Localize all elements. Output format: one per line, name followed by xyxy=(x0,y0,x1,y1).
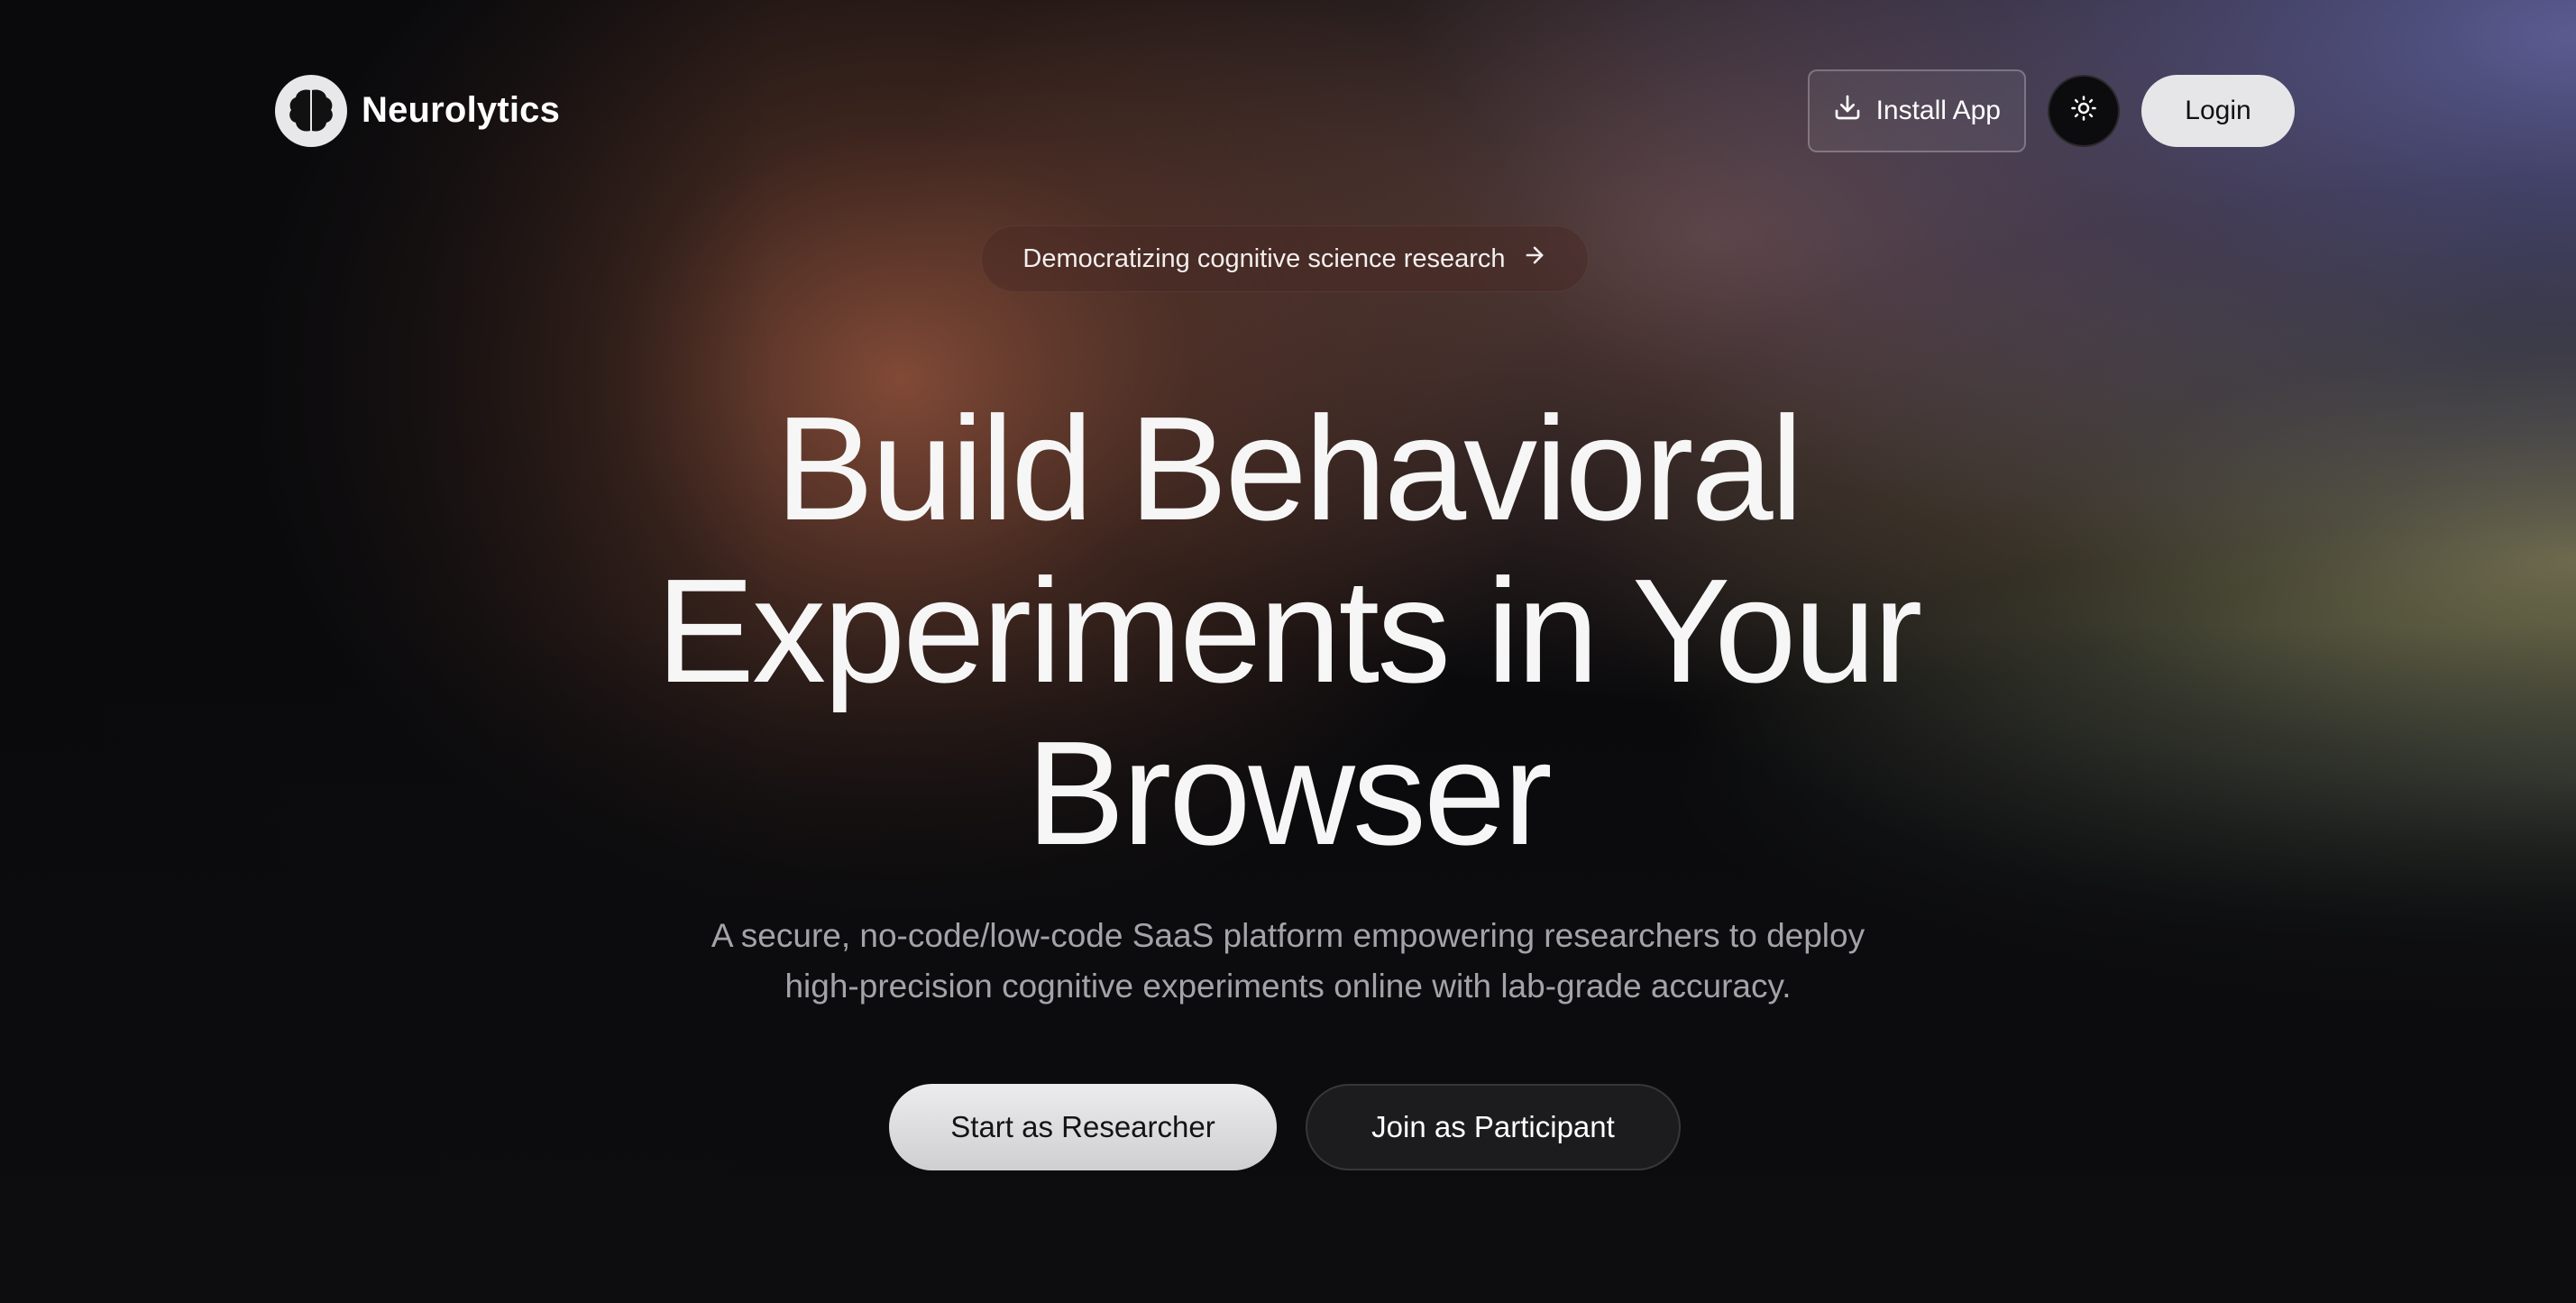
start-as-researcher-button[interactable]: Start as Researcher xyxy=(889,1084,1277,1170)
nav-actions: Install App Login xyxy=(1807,69,2295,152)
sun-icon xyxy=(2070,95,2097,126)
hero-title: Build Behavioral Experiments in Your Bro… xyxy=(0,388,2576,875)
brain-icon xyxy=(275,74,347,147)
download-icon xyxy=(1833,93,1862,129)
brand[interactable]: Neurolytics xyxy=(275,74,561,147)
hero-title-line: Build Behavioral xyxy=(775,386,1803,551)
hero-title-line: Experiments in Your xyxy=(655,548,1923,713)
cta-row: Start as Researcher Join as Participant xyxy=(889,1084,1681,1170)
hero-subtitle: A secure, no-code/low-code SaaS platform… xyxy=(0,911,2576,1012)
hero-title-line: Browser xyxy=(1026,711,1552,876)
login-button[interactable]: Login xyxy=(2141,74,2295,147)
install-app-button[interactable]: Install App xyxy=(1807,69,2026,152)
announcement-badge[interactable]: Democratizing cognitive science research xyxy=(981,225,1589,292)
arrow-right-icon xyxy=(1522,243,1547,275)
landing-page: Neurolytics Install App Login Democratiz… xyxy=(0,0,2576,1303)
hero-subtitle-line: high-precision cognitive experiments onl… xyxy=(784,968,1792,1005)
top-nav: Neurolytics Install App Login xyxy=(275,68,2295,153)
join-as-participant-button[interactable]: Join as Participant xyxy=(1306,1084,1681,1170)
badge-label: Democratizing cognitive science research xyxy=(1022,243,1506,273)
brand-name: Neurolytics xyxy=(362,90,561,130)
install-app-label: Install App xyxy=(1875,95,2001,125)
theme-toggle-button[interactable] xyxy=(2048,74,2120,147)
hero-subtitle-line: A secure, no-code/low-code SaaS platform… xyxy=(710,917,1866,954)
